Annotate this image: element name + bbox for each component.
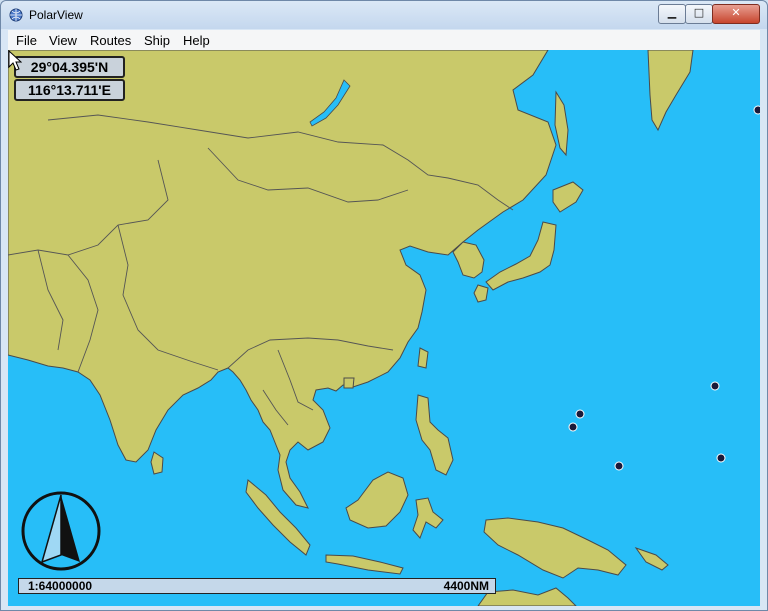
menu-view[interactable]: View <box>49 33 77 48</box>
menu-bar: File View Routes Ship Help <box>8 30 760 51</box>
sakhalin <box>554 90 569 157</box>
sumatra <box>245 479 311 556</box>
menu-ship[interactable]: Ship <box>144 33 170 48</box>
scale-bar: 1:64000000 4400NM <box>18 578 496 594</box>
hokkaido <box>552 181 584 213</box>
hainan <box>343 377 355 389</box>
minimize-button[interactable]: ▁ <box>658 4 686 24</box>
java <box>325 554 404 575</box>
asia-mainland <box>8 50 557 509</box>
minimize-icon: ▁ <box>667 6 677 19</box>
longitude-readout: 116°13.711'E <box>14 79 125 101</box>
polarview-globe-icon <box>9 8 23 22</box>
title-bar[interactable]: PolarView ▁ □ ✕ <box>1 1 767 29</box>
korean-peninsula <box>452 241 485 279</box>
honshu <box>485 221 557 291</box>
app-window: PolarView ▁ □ ✕ File View Routes Ship He… <box>0 0 768 611</box>
mouse-pointer-icon <box>8 50 22 71</box>
png-islands <box>634 547 669 571</box>
waypoint-markers <box>568 105 760 471</box>
borneo <box>345 471 409 529</box>
window-title: PolarView <box>29 8 83 22</box>
menu-help[interactable]: Help <box>183 33 210 48</box>
close-icon: ✕ <box>731 6 741 19</box>
maximize-icon: □ <box>693 6 705 19</box>
scale-ratio: 1:64000000 <box>28 579 93 593</box>
north-arrow-icon <box>21 491 101 571</box>
new-guinea <box>483 517 627 579</box>
kamchatka <box>647 50 694 132</box>
sulawesi <box>412 497 444 539</box>
maximize-button[interactable]: □ <box>685 4 713 24</box>
sri-lanka <box>150 451 164 475</box>
menu-file[interactable]: File <box>16 33 37 48</box>
chart-map[interactable]: 29°04.395'N 116°13.711'E 1:64000000 4400… <box>8 50 760 606</box>
taiwan <box>417 347 429 369</box>
philippines <box>415 394 454 476</box>
map-canvas <box>8 50 760 606</box>
kyushu <box>473 284 489 303</box>
menu-routes[interactable]: Routes <box>90 33 131 48</box>
close-button[interactable]: ✕ <box>712 4 760 24</box>
scale-distance: 4400NM <box>443 579 489 593</box>
latitude-readout: 29°04.395'N <box>14 56 125 78</box>
